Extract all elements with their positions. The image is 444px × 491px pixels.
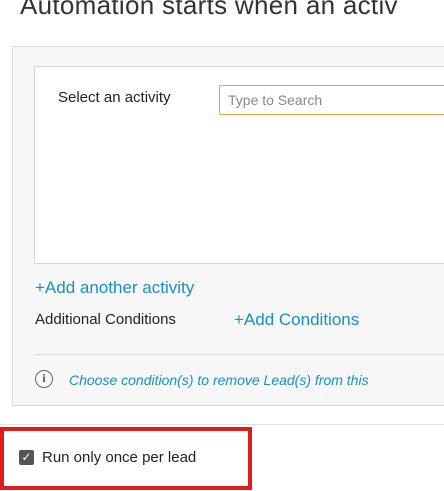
info-icon: i [35, 370, 53, 388]
add-conditions-link[interactable]: +Add Conditions [234, 310, 359, 330]
page-title: Automation starts when an activ [20, 0, 398, 20]
activity-search-input[interactable] [219, 85, 444, 115]
divider [35, 354, 444, 355]
additional-conditions-label: Additional Conditions [35, 311, 176, 328]
run-once-label[interactable]: Run only once per lead [42, 449, 196, 466]
info-hint-text: Choose condition(s) to remove Lead(s) fr… [69, 372, 369, 388]
add-another-activity-link[interactable]: +Add another activity [35, 278, 194, 298]
run-once-checkbox[interactable]: ✓ [19, 450, 34, 465]
divider [0, 424, 444, 425]
select-activity-label: Select an activity [58, 89, 171, 106]
